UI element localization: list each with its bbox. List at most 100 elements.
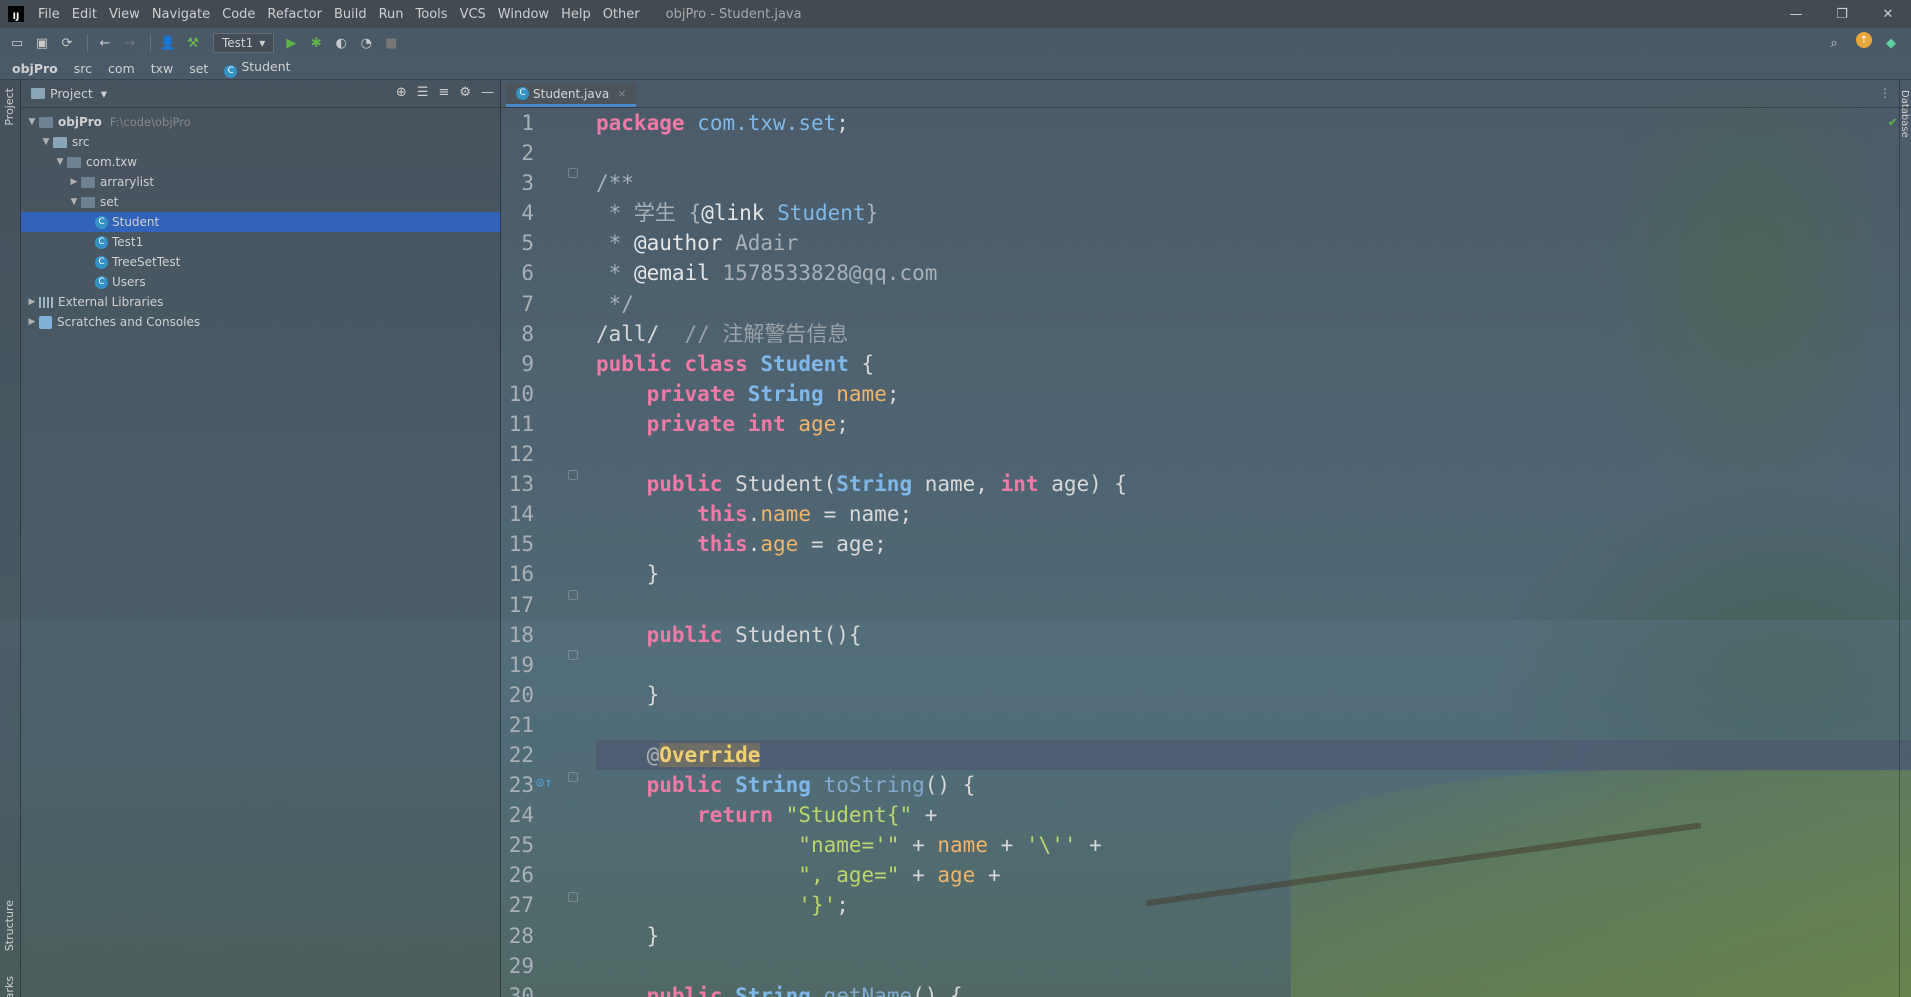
fold-marker-icon[interactable] [568, 470, 578, 480]
menu-navigate[interactable]: Navigate [146, 7, 216, 22]
project-panel-header: Project ▾ ⊕ ☰ ≡ ⚙ — [21, 80, 500, 108]
database-tool-button[interactable]: Database [1899, 90, 1910, 138]
menu-refactor[interactable]: Refactor [261, 7, 328, 22]
line-number: 11 [508, 411, 534, 436]
back-icon[interactable]: ← [94, 32, 116, 54]
plugin-icon[interactable]: ◆ [1880, 32, 1902, 54]
code-lines[interactable]: package com.txw.set; /** * 学生 {@link Stu… [596, 108, 1911, 997]
breadcrumb-src[interactable]: src [74, 61, 92, 76]
fold-marker-icon[interactable] [568, 650, 578, 660]
menu-other[interactable]: Other [597, 7, 646, 22]
scratches-icon [39, 315, 52, 329]
tree-item-treesettest[interactable]: C TreeSetTest [21, 252, 500, 272]
menu-view[interactable]: View [103, 7, 146, 22]
package-icon [67, 156, 81, 168]
sync-icon[interactable]: ⟳ [56, 32, 78, 54]
stop-icon[interactable]: ■ [380, 32, 402, 54]
chevron-down-icon[interactable]: ▼ [53, 157, 67, 167]
breadcrumb-com[interactable]: com [108, 61, 135, 76]
tree-item-set[interactable]: ▼ set [21, 192, 500, 212]
left-tool-strip: Project Structure Bookmarks [0, 80, 21, 997]
fold-marker-icon[interactable] [568, 772, 578, 782]
project-tool-button[interactable]: Project [3, 88, 16, 126]
tab-student-java[interactable]: C Student.java × [506, 83, 637, 107]
menu-edit[interactable]: Edit [66, 7, 103, 22]
token: public [646, 773, 723, 798]
token: Override [659, 742, 761, 767]
breadcrumb-txw[interactable]: txw [151, 61, 174, 76]
more-vertical-icon[interactable]: ⋮ [1879, 86, 1891, 100]
override-marker-icon[interactable]: ⊙↑ [536, 775, 553, 791]
tree-item-com-txw[interactable]: ▼ com.txw [21, 152, 500, 172]
intellij-logo-icon[interactable]: IJ [8, 6, 24, 22]
chevron-right-icon[interactable]: ▶ [67, 177, 81, 187]
search-icon[interactable]: ⌕ [1823, 32, 1845, 54]
save-all-icon[interactable]: ▣ [31, 32, 53, 54]
close-icon[interactable]: × [617, 87, 626, 100]
breadcrumb-student-label: Student [241, 59, 291, 74]
minimize-button[interactable]: — [1773, 0, 1819, 28]
open-folder-icon[interactable]: ▭ [6, 32, 28, 54]
tree-item-scratches[interactable]: ▶ Scratches and Consoles [21, 312, 500, 332]
tree-item-users[interactable]: C Users [21, 272, 500, 292]
breadcrumb-set[interactable]: set [189, 61, 208, 76]
token: /** [596, 171, 634, 196]
hide-icon[interactable]: — [481, 85, 494, 100]
chevron-right-icon[interactable]: ▶ [25, 317, 39, 327]
forward-icon[interactable]: → [119, 32, 141, 54]
collapse-all-icon[interactable]: ≡ [438, 85, 449, 100]
project-panel: Project ▾ ⊕ ☰ ≡ ⚙ — ▼ objPro F:\code\obj… [21, 80, 501, 997]
breadcrumb-student[interactable]: C Student [224, 59, 291, 78]
run-icon[interactable]: ▶ [280, 32, 302, 54]
menu-window[interactable]: Window [492, 7, 555, 22]
tree-item-objpro[interactable]: ▼ objPro F:\code\objPro [21, 112, 500, 132]
tree-item-src[interactable]: ▼ src [21, 132, 500, 152]
menu-help[interactable]: Help [555, 7, 597, 22]
menu-run[interactable]: Run [373, 7, 410, 22]
menu-vcs[interactable]: VCS [454, 7, 492, 22]
expand-all-icon[interactable]: ☰ [417, 85, 429, 100]
update-icon[interactable]: ↑ [1856, 32, 1872, 48]
breadcrumb-objpro[interactable]: objPro [12, 61, 58, 76]
profile-icon[interactable]: ◔ [355, 32, 377, 54]
bookmarks-tool-button[interactable]: Bookmarks [3, 976, 16, 997]
restore-button[interactable]: ❐ [1819, 0, 1865, 28]
fold-marker-icon[interactable] [568, 168, 578, 178]
chevron-down-icon[interactable]: ▼ [39, 137, 53, 147]
fold-marker-icon[interactable] [568, 590, 578, 600]
chevron-down-icon[interactable]: ▼ [67, 197, 81, 207]
tree-item-test1[interactable]: C Test1 [21, 232, 500, 252]
menu-code[interactable]: Code [216, 7, 261, 22]
code-line-10: private String name; [596, 379, 1911, 409]
toolbar-divider [87, 34, 88, 52]
debug-icon[interactable]: ✱ [305, 32, 327, 54]
run-configuration-select[interactable]: Test1 ▾ [213, 33, 275, 53]
menu-file[interactable]: File [32, 7, 66, 22]
token: * 学生 { [596, 201, 702, 226]
class-icon: C [95, 215, 108, 229]
chevron-right-icon[interactable]: ▶ [25, 297, 39, 307]
close-button[interactable]: ✕ [1865, 0, 1911, 28]
chevron-down-icon[interactable]: ▾ [101, 86, 107, 101]
menu-build[interactable]: Build [328, 7, 373, 22]
line-number-gutter: 1 2 3 4 5 6 7 8 9 10 11 12 13 14 15 16 1… [502, 108, 584, 997]
menu-tools[interactable]: Tools [410, 7, 454, 22]
locate-icon[interactable]: ⊕ [396, 85, 407, 100]
token: /all/ [596, 321, 660, 346]
tree-item-student[interactable]: C Student [21, 212, 500, 232]
code-line-25: "name='" + name + '\'' + [596, 830, 1911, 860]
code-area[interactable]: ✔ 1 2 3 4 5 6 7 8 9 10 11 12 13 14 15 16… [502, 108, 1911, 997]
token: @email [633, 261, 710, 286]
token: + [899, 833, 938, 858]
build-hammer-icon[interactable]: ⚒ [182, 32, 204, 54]
chevron-down-icon[interactable]: ▼ [25, 117, 39, 127]
user-icon[interactable]: 👤 [157, 32, 179, 54]
project-panel-title[interactable]: Project [50, 86, 93, 101]
tree-item-external-libraries[interactable]: ▶ External Libraries [21, 292, 500, 312]
structure-tool-button[interactable]: Structure [3, 900, 16, 951]
fold-marker-icon[interactable] [568, 892, 578, 902]
coverage-icon[interactable]: ◐ [330, 32, 352, 54]
gear-icon[interactable]: ⚙ [459, 85, 471, 100]
tree-item-arrarylist[interactable]: ▶ arrarylist [21, 172, 500, 192]
